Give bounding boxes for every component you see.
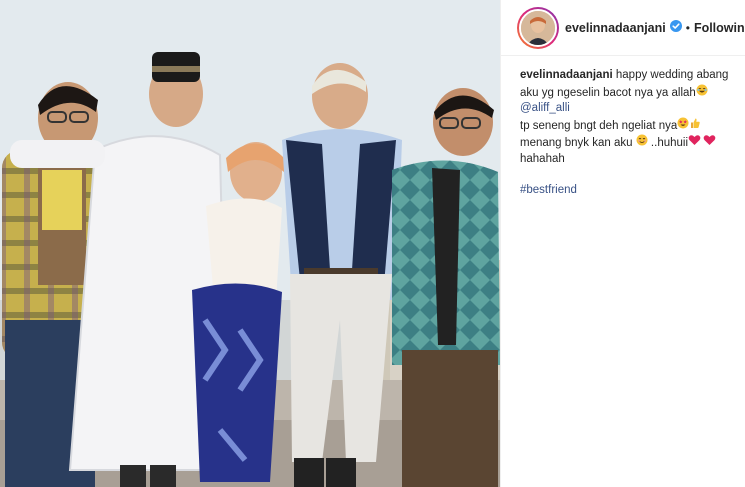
- post-photo[interactable]: [0, 0, 500, 487]
- group-photo-illustration: [0, 0, 500, 487]
- mention-link[interactable]: @aliff_alli: [520, 102, 570, 114]
- following-button[interactable]: Following: [694, 21, 745, 35]
- header-separator: •: [685, 20, 690, 35]
- red-heart-emoji-icon: [688, 134, 701, 152]
- caption-text-5: menang bnyk kan aku: [520, 136, 633, 149]
- caption-line-3: @aliff_alli: [520, 101, 733, 117]
- hashtag-link[interactable]: #bestfriend: [520, 184, 577, 196]
- star-struck-emoji-icon: [677, 117, 689, 135]
- caption-line-1: evelinnadaanjani happy wedding abang: [520, 68, 733, 84]
- avatar[interactable]: [519, 8, 557, 47]
- caption-text-1: happy wedding abang: [615, 69, 729, 81]
- caption-text-2: aku yg ngeselin bacot nya ya allah: [520, 86, 696, 99]
- post-header: evelinnadaanjani • Following: [501, 0, 745, 56]
- laughing-emoji-icon: [696, 84, 708, 102]
- caption-line-hashtag: #bestfriend: [520, 183, 733, 199]
- red-heart-emoji-icon: [703, 134, 716, 152]
- caption-line-4: tp seneng bngt deh ngeliat nya: [520, 117, 733, 135]
- caption-line-6: hahahah: [520, 152, 733, 168]
- caption-text-6: hahahah: [520, 152, 565, 165]
- avatar-image: [521, 10, 555, 45]
- verified-badge-icon: [669, 19, 682, 37]
- caption-line-5: menang bnyk kan aku ..huhuii: [520, 134, 733, 152]
- story-ring[interactable]: [517, 6, 559, 49]
- post-caption: evelinnadaanjani happy wedding abang aku…: [501, 56, 745, 199]
- thumbs-up-emoji-icon: [689, 117, 701, 135]
- post-side-panel: evelinnadaanjani • Following evelinnadaa…: [500, 0, 745, 487]
- caption-line-2: aku yg ngeselin bacot nya ya allah: [520, 84, 733, 102]
- header-username[interactable]: evelinnadaanjani: [565, 21, 666, 35]
- caption-author[interactable]: evelinnadaanjani: [520, 69, 613, 81]
- caption-text-4: tp seneng bngt deh ngeliat nya: [520, 119, 678, 132]
- smiling-emoji-icon: [636, 134, 648, 152]
- caption-text-5-tail: ..huhuii: [647, 136, 689, 149]
